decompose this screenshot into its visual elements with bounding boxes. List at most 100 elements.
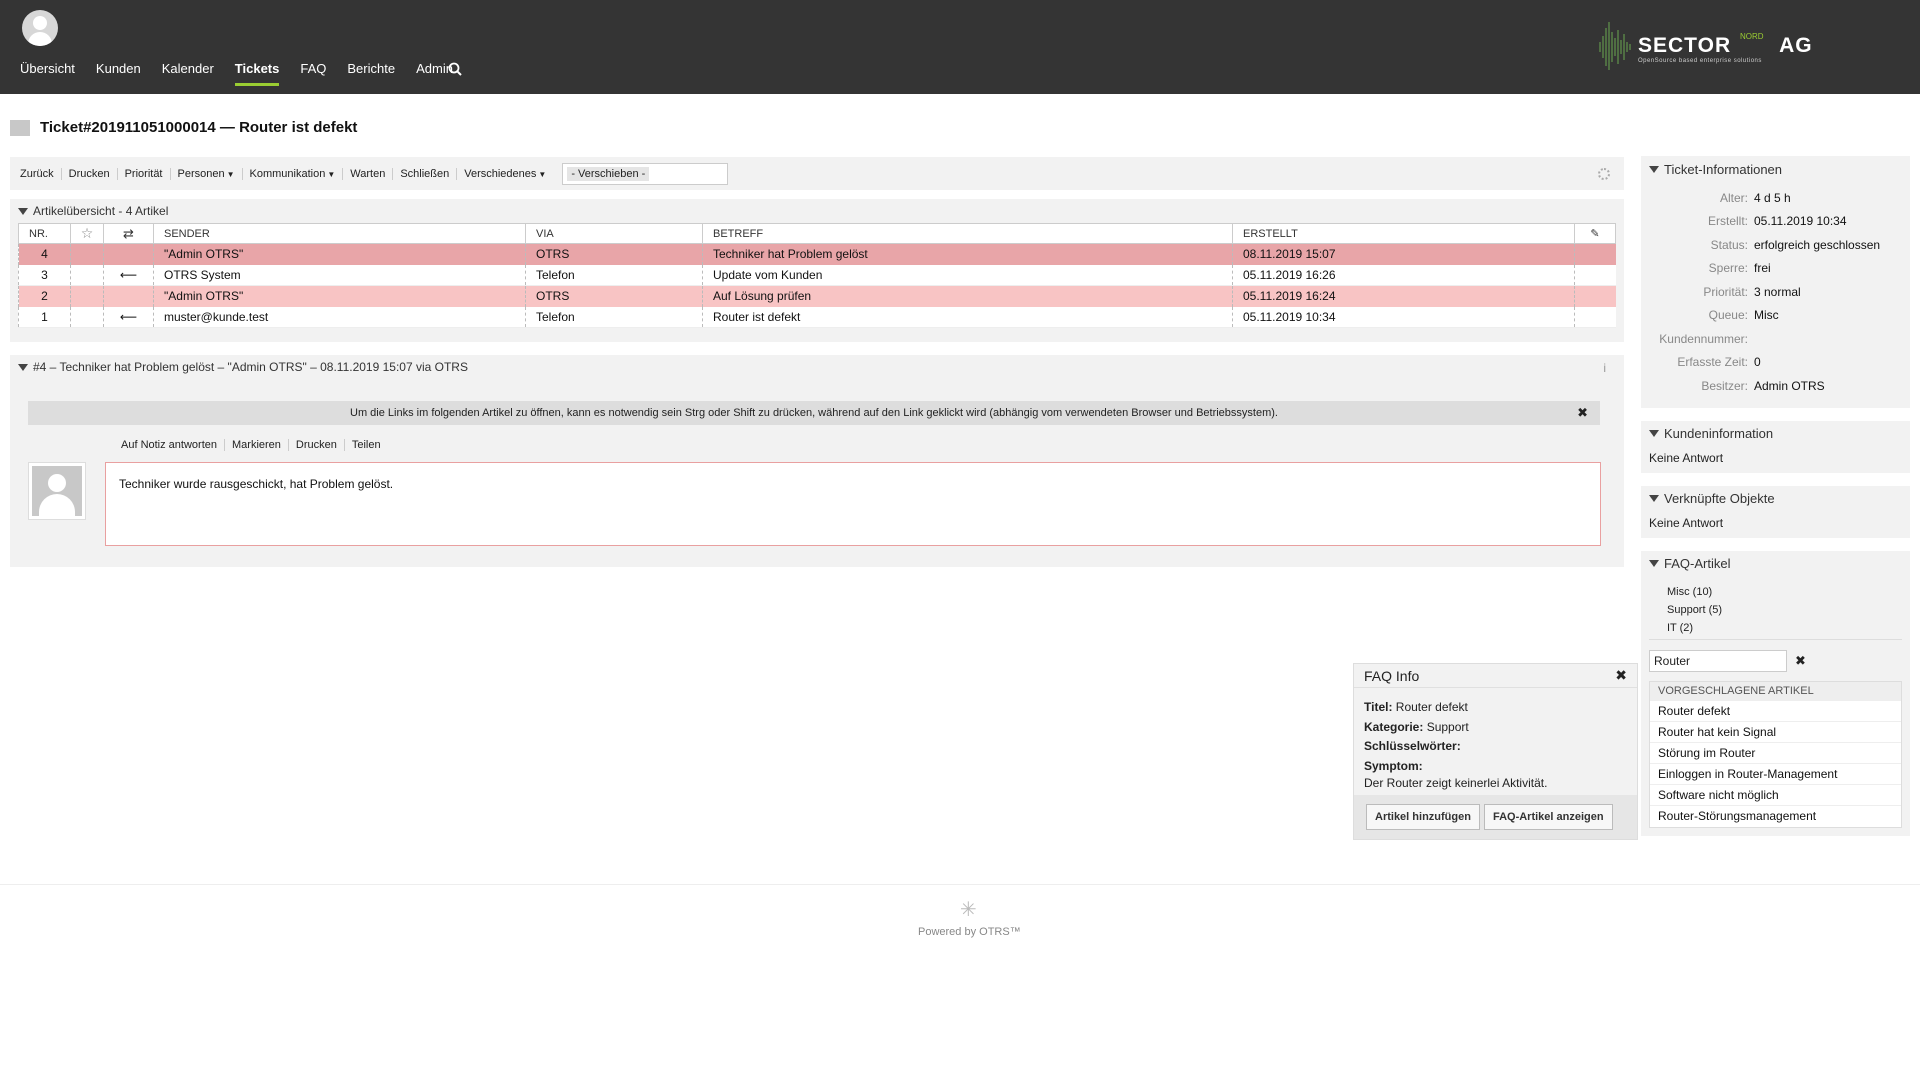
main-content: Zurück Drucken Priorität Personen ▼ Kommu…	[10, 157, 1624, 567]
cell-sender: "Admin OTRS"	[153, 243, 526, 265]
move-queue-select[interactable]: - Verschieben -	[562, 162, 729, 185]
info-value: 3 normal	[1754, 284, 1801, 299]
col-sender[interactable]: SENDER	[153, 223, 526, 244]
suggested-article-item[interactable]: Router defekt	[1650, 701, 1901, 722]
faq-category-item[interactable]: Misc (10)	[1649, 583, 1902, 601]
faq-title: FAQ-Artikel	[1664, 556, 1731, 571]
faq-header[interactable]: FAQ-Artikel	[1641, 551, 1910, 577]
search-icon[interactable]	[448, 62, 462, 76]
communication-menu[interactable]: Kommunikation ▼	[249, 167, 344, 180]
faq-info-popup: FAQ Info ✖ Titel: Router defekt Kategori…	[1353, 663, 1638, 840]
article-overview-header[interactable]: Artikelübersicht - 4 Artikel	[10, 199, 1624, 223]
info-created: Erstellt: 05.11.2019 10:34	[1649, 210, 1902, 234]
link-notice-banner: Um die Links im folgenden Artikel zu öff…	[28, 401, 1600, 425]
cell-nr: 3	[18, 264, 71, 286]
close-icon[interactable]: ✖	[1577, 401, 1588, 425]
ticket-info-header[interactable]: Ticket-Informationen	[1641, 156, 1910, 182]
show-faq-article-button[interactable]: FAQ-Artikel anzeigen	[1483, 804, 1613, 830]
communication-menu-label: Kommunikation	[249, 167, 326, 180]
mark-link[interactable]: Markieren	[232, 439, 289, 451]
linked-objects-value: Keine Antwort	[1649, 515, 1724, 530]
share-link[interactable]: Teilen	[352, 439, 388, 451]
priority-button[interactable]: Priorität	[125, 167, 171, 180]
collapse-triangle-icon	[1649, 430, 1659, 437]
col-nr[interactable]: NR.	[18, 223, 71, 244]
cell-direction: ⟵	[103, 306, 154, 328]
add-article-button[interactable]: Artikel hinzufügen	[1366, 804, 1480, 830]
logo-subtitle: OpenSource based enterprise solutions	[1638, 58, 1762, 64]
info-value: erfolgreich geschlossen	[1754, 237, 1881, 252]
cell-attachment	[1574, 285, 1616, 307]
paperclip-icon: ✎	[1590, 228, 1600, 240]
cell-attachment	[1574, 264, 1616, 286]
cell-subject: Router ist defekt	[702, 306, 1233, 328]
cell-via: Telefon	[525, 306, 703, 328]
collapse-triangle-icon	[1649, 165, 1659, 173]
col-direction[interactable]: ⇄	[103, 223, 154, 244]
cell-subject: Auf Lösung prüfen	[702, 285, 1233, 307]
suggested-article-item[interactable]: Einloggen in Router-Management	[1650, 764, 1901, 785]
misc-menu[interactable]: Verschiedenes ▼	[464, 168, 553, 180]
powered-by-text: Powered by OTRS™	[918, 926, 1021, 938]
col-via[interactable]: VIA	[525, 223, 703, 244]
gear-icon[interactable]	[1598, 168, 1610, 180]
ticket-info-title: Ticket-Informationen	[1664, 161, 1783, 177]
cell-subject: Update vom Kunden	[702, 264, 1233, 286]
nav-item-reports[interactable]: Berichte	[347, 61, 395, 86]
print-button[interactable]: Drucken	[69, 167, 118, 180]
logo-suffix-text: AG	[1779, 34, 1813, 57]
article-table: NR. ☆ ⇄ SENDER VIA BETREFF ERSTELLT ✎ 4 …	[18, 223, 1616, 328]
faq-category-item[interactable]: Support (5)	[1649, 601, 1902, 619]
close-ticket-button[interactable]: Schließen	[400, 167, 458, 180]
suggested-article-item[interactable]: Störung im Router	[1650, 743, 1901, 764]
cell-nr: 4	[18, 243, 71, 265]
print-article-link[interactable]: Drucken	[296, 439, 345, 451]
table-row[interactable]: 1 ⟵ muster@kunde.test Telefon Router ist…	[18, 306, 1616, 328]
faq-symptom-label: Symptom:	[1364, 758, 1423, 773]
clear-search-icon[interactable]: ✖	[1795, 653, 1806, 669]
info-value: 0	[1754, 355, 1761, 370]
nav-item-tickets[interactable]: Tickets	[234, 61, 280, 86]
suggested-article-item[interactable]: Router-Störungsmanagement	[1650, 806, 1901, 827]
back-button[interactable]: Zurück	[20, 167, 62, 180]
info-value[interactable]: Misc	[1754, 308, 1779, 322]
info-priority: Priorität: 3 normal	[1649, 280, 1902, 304]
linked-objects-title: Verknüpfte Objekte	[1664, 491, 1775, 506]
info-lock: Sperre: frei	[1649, 257, 1902, 281]
logo-sup-text: NORD	[1740, 32, 1764, 41]
table-row[interactable]: 3 ⟵ OTRS System Telefon Update vom Kunde…	[18, 264, 1616, 286]
cell-star	[70, 306, 104, 328]
info-label: Kundennummer:	[1659, 331, 1748, 346]
info-icon[interactable]: i	[1603, 361, 1606, 375]
nav-item-faq[interactable]: FAQ	[300, 61, 326, 86]
col-subject[interactable]: BETREFF	[702, 223, 1233, 244]
table-row[interactable]: 2 "Admin OTRS" OTRS Auf Lösung prüfen 05…	[18, 285, 1616, 307]
people-menu[interactable]: Personen ▼	[178, 167, 243, 180]
user-avatar[interactable]	[22, 10, 58, 46]
col-star[interactable]: ☆	[70, 223, 104, 244]
suggested-article-item[interactable]: Router hat kein Signal	[1650, 722, 1901, 743]
nav-item-customers[interactable]: Kunden	[96, 61, 141, 86]
suggested-article-item[interactable]: Software nicht möglich	[1650, 785, 1901, 806]
article-detail-header[interactable]: #4 – Techniker hat Problem gelöst – "Adm…	[10, 355, 1624, 379]
customer-info-header[interactable]: Kundeninformation	[1641, 421, 1910, 447]
cell-star	[70, 264, 104, 286]
linked-objects-header[interactable]: Verknüpfte Objekte	[1641, 486, 1910, 512]
table-row[interactable]: 4 "Admin OTRS" OTRS Techniker hat Proble…	[18, 243, 1616, 265]
faq-search-input[interactable]: Router	[1649, 649, 1787, 672]
col-attachment[interactable]: ✎	[1574, 223, 1616, 244]
nav-item-calendar[interactable]: Kalender	[162, 61, 214, 86]
info-queue: Queue: Misc	[1649, 304, 1902, 328]
suggested-articles-header: VORGESCHLAGENE ARTIKEL	[1650, 681, 1901, 701]
pending-button[interactable]: Warten	[350, 167, 394, 180]
star-icon: ☆	[80, 225, 94, 241]
nav-item-overview[interactable]: Übersicht	[20, 61, 75, 86]
suggested-articles-list: VORGESCHLAGENE ARTIKEL Router defekt Rou…	[1649, 680, 1902, 828]
logo-wave-icon	[1599, 22, 1631, 70]
info-state: Status: erfolgreich geschlossen	[1649, 233, 1902, 257]
col-created[interactable]: ERSTELLT	[1232, 223, 1575, 244]
faq-category-item[interactable]: IT (2)	[1649, 619, 1902, 637]
caret-down-icon: ▼	[538, 169, 547, 179]
close-icon[interactable]: ✖	[1615, 667, 1627, 684]
reply-note-link[interactable]: Auf Notiz antworten	[121, 439, 225, 451]
